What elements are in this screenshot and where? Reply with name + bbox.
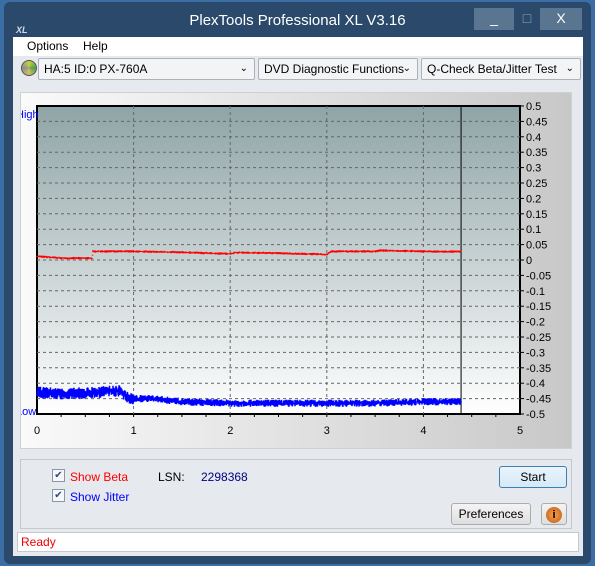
y-tick-label: 0.45: [526, 116, 547, 128]
x-tick-label: 1: [131, 425, 137, 437]
start-button[interactable]: Start: [499, 466, 567, 488]
disc-icon: [21, 60, 37, 76]
drive-select[interactable]: HA:5 ID:0 PX-760A ⌄: [38, 58, 255, 80]
y-tick-label: -0.4: [526, 378, 545, 390]
test-value: Q-Check Beta/Jitter Test: [427, 62, 557, 76]
high-label: High: [21, 109, 39, 121]
y-tick-label: 0.05: [526, 240, 547, 252]
menu-options[interactable]: Options: [27, 39, 68, 53]
window-title: PlexTools Professional XL V3.16: [189, 12, 406, 29]
y-tick-label: -0.45: [526, 394, 551, 406]
y-tick-label: 0.35: [526, 147, 547, 159]
y-tick-label: 0: [526, 255, 532, 267]
chevron-down-icon: ⌄: [239, 63, 248, 74]
minimize-button[interactable]: _: [474, 8, 514, 30]
chart-panel: 0.5 0.45 0.4 0.35 0.3 0.25 0.2 0.15 0.1 0.05 0 -0.0…: [16, 92, 572, 449]
info-icon: i: [546, 507, 562, 523]
y-tick-label: 0.5: [526, 101, 541, 113]
show-jitter-label[interactable]: Show Jitter: [70, 490, 129, 504]
drive-value: HA:5 ID:0 PX-760A: [44, 62, 148, 76]
x-tick-label: 4: [420, 425, 426, 437]
menu-bar: Options Help: [13, 37, 583, 56]
lsn-label: LSN:: [158, 470, 185, 484]
x-tick-label: 0: [34, 425, 40, 437]
y-tick-label: -0.35: [526, 363, 551, 375]
maximize-button[interactable]: □: [514, 8, 540, 30]
menu-help[interactable]: Help: [83, 39, 108, 53]
x-tick-label: 5: [517, 425, 523, 437]
close-button[interactable]: X: [540, 8, 582, 30]
low-label: Low: [21, 406, 36, 418]
show-beta-label[interactable]: Show Beta: [70, 470, 128, 484]
y-tick-label: 0.1: [526, 224, 541, 236]
x-tick-label: 2: [227, 425, 233, 437]
status-bar: Ready: [17, 532, 579, 552]
y-tick-label: -0.2: [526, 317, 545, 329]
y-tick-label: -0.1: [526, 286, 545, 298]
y-tick-label: -0.3: [526, 347, 545, 359]
y-tick-label: 0.4: [526, 132, 541, 144]
function-select[interactable]: DVD Diagnostic Functions ⌄: [258, 58, 418, 80]
y-tick-label: 0.25: [526, 178, 547, 190]
y-tick-label: -0.15: [526, 301, 551, 313]
function-value: DVD Diagnostic Functions: [264, 62, 405, 76]
app-window: XL PlexTools Professional XL V3.16 _ □ X…: [4, 2, 591, 564]
options-group: ✔ Show Beta ✔ Show Jitter LSN: 2298368 S…: [20, 459, 572, 529]
client-area: Options Help HA:5 ID:0 PX-760A ⌄ DVD Diag…: [13, 37, 583, 556]
title-bar: XL PlexTools Professional XL V3.16 _ □ X: [4, 2, 591, 37]
y-tick-label: 0.2: [526, 193, 541, 205]
info-button[interactable]: i: [541, 503, 567, 525]
chevron-down-icon: ⌄: [565, 63, 574, 74]
y-tick-label: -0.05: [526, 270, 551, 282]
preferences-button[interactable]: Preferences: [451, 503, 531, 525]
y-tick-label: -0.25: [526, 332, 551, 344]
show-beta-checkbox[interactable]: ✔: [52, 469, 65, 482]
y-tick-label: 0.3: [526, 163, 541, 175]
x-tick-label: 3: [324, 425, 330, 437]
beta-jitter-chart: 0.5 0.45 0.4 0.35 0.3 0.25 0.2 0.15 0.1 0.05 0 -0.0…: [16, 101, 551, 437]
y-tick-label: 0.15: [526, 209, 547, 221]
chevron-down-icon: ⌄: [402, 63, 411, 74]
y-tick-label: -0.5: [526, 409, 545, 421]
show-jitter-checkbox[interactable]: ✔: [52, 489, 65, 502]
lsn-value: 2298368: [201, 470, 248, 484]
test-select[interactable]: Q-Check Beta/Jitter Test ⌄: [421, 58, 581, 80]
